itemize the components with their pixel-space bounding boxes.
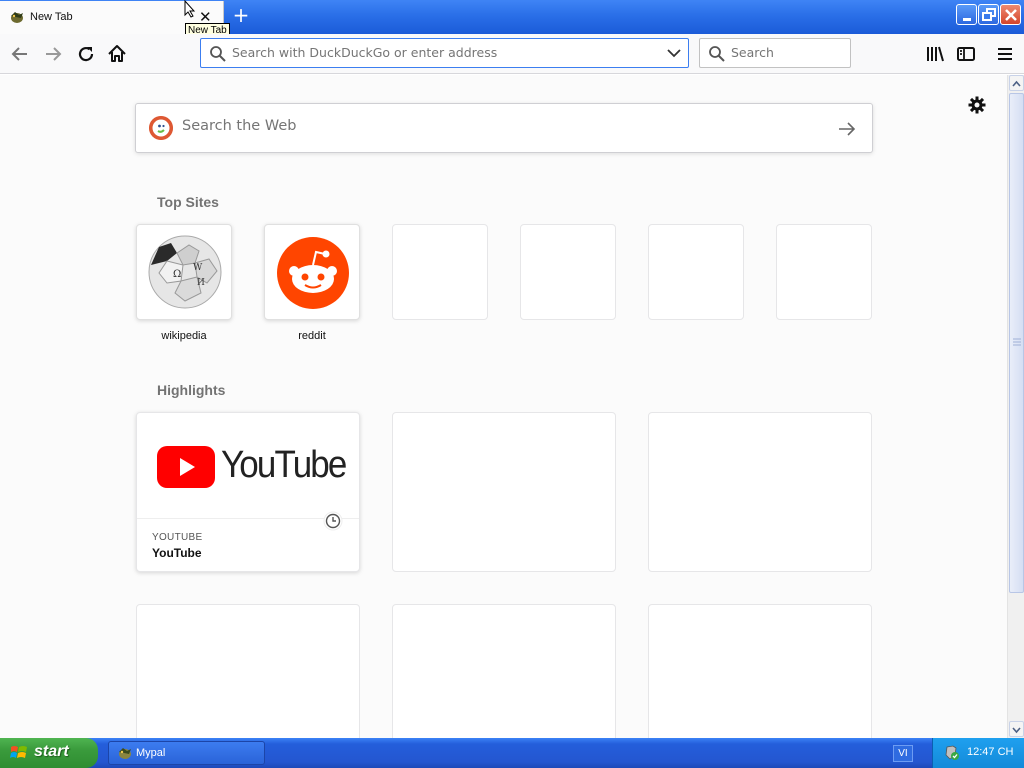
back-button[interactable]	[8, 42, 32, 66]
restore-icon	[982, 8, 996, 21]
browser-window: New Tab ✕ + New Tab Search with DuckDuck…	[0, 0, 1024, 768]
top-site-wikipedia[interactable]: Ω W И	[136, 224, 232, 320]
chevron-up-icon	[1012, 80, 1021, 87]
vertical-scrollbar[interactable]	[1007, 75, 1024, 738]
restore-button[interactable]	[978, 4, 999, 25]
svg-text:Ω: Ω	[173, 269, 181, 280]
top-site-empty	[648, 224, 744, 320]
chevron-down-icon	[1012, 727, 1021, 734]
mouse-cursor-icon	[184, 0, 196, 18]
web-search-box[interactable]	[135, 103, 873, 153]
taskbar: start Mypal VI 12:47 CH	[0, 738, 1024, 768]
duckduckgo-logo-icon	[149, 116, 173, 140]
mypal-logo-icon	[11, 12, 23, 23]
search-icon	[210, 46, 226, 62]
start-button[interactable]: start	[0, 738, 98, 768]
highlight-source: YOUTUBE	[152, 532, 203, 543]
top-site-empty	[392, 224, 488, 320]
clock-icon	[323, 511, 343, 531]
windows-logo-icon	[10, 746, 27, 758]
highlight-card-empty	[648, 412, 872, 572]
menu-button[interactable]	[993, 42, 1017, 66]
sidebar-toggle-button[interactable]	[954, 42, 978, 66]
mypal-logo-icon	[119, 748, 131, 759]
highlight-title: YouTube	[152, 546, 202, 560]
highlight-card-empty	[136, 604, 360, 738]
highlight-card-empty	[392, 412, 616, 572]
scroll-thumb[interactable]	[1009, 93, 1024, 593]
security-shield-icon[interactable]	[943, 745, 961, 761]
close-icon	[1005, 9, 1017, 21]
start-label: start	[34, 743, 69, 760]
tab-title: New Tab	[30, 11, 73, 23]
gear-icon[interactable]	[967, 95, 987, 115]
svg-text:И: И	[197, 278, 205, 288]
url-bar[interactable]	[200, 38, 689, 68]
minimize-icon	[963, 18, 971, 21]
highlight-card-youtube[interactable]: YouTube YOUTUBE YouTube	[136, 412, 360, 572]
search-input[interactable]	[731, 45, 841, 60]
svg-text:W: W	[193, 263, 203, 273]
search-icon	[709, 46, 725, 62]
home-button[interactable]	[105, 42, 129, 66]
grip-icon	[1013, 338, 1021, 346]
chevron-down-icon[interactable]	[667, 48, 681, 58]
youtube-play-icon	[157, 446, 215, 488]
top-site-empty	[776, 224, 872, 320]
navigation-toolbar	[0, 34, 1024, 74]
web-search-input[interactable]	[182, 118, 782, 134]
new-tab-button[interactable]: +	[230, 3, 252, 27]
task-label: Mypal	[136, 747, 166, 759]
language-indicator[interactable]: VI	[893, 745, 913, 762]
clock: 12:47 CH	[967, 746, 1014, 758]
library-button[interactable]	[923, 42, 947, 66]
top-site-label: wikipedia	[161, 330, 207, 342]
top-site-empty	[520, 224, 616, 320]
wikipedia-logo-icon: Ω W И	[148, 235, 222, 309]
highlight-card-empty	[648, 604, 872, 738]
highlight-card-empty	[392, 604, 616, 738]
scroll-up-button[interactable]	[1009, 75, 1024, 91]
top-site-label: reddit	[298, 330, 326, 342]
search-bar[interactable]	[699, 38, 851, 68]
top-sites-title: Top Sites	[157, 194, 219, 210]
taskbar-button-mypal[interactable]: Mypal	[108, 741, 265, 765]
system-tray: 12:47 CH	[932, 738, 1024, 768]
highlight-thumbnail: YouTube	[137, 413, 359, 519]
title-bar: New Tab ✕ + New Tab	[0, 0, 1024, 39]
url-input[interactable]	[232, 45, 652, 60]
highlights-title: Highlights	[157, 382, 226, 398]
reload-button[interactable]	[74, 42, 98, 66]
minimize-button[interactable]	[956, 4, 977, 25]
new-tab-page: Top Sites Ω W И wikipedia	[0, 75, 1007, 738]
forward-button[interactable]	[41, 42, 65, 66]
top-site-reddit[interactable]	[264, 224, 360, 320]
reddit-logo-icon	[277, 237, 349, 309]
arrow-right-icon[interactable]	[836, 118, 858, 140]
youtube-logo-text: YouTube	[221, 444, 347, 486]
scroll-down-button[interactable]	[1009, 721, 1024, 737]
close-window-button[interactable]	[1000, 4, 1021, 25]
